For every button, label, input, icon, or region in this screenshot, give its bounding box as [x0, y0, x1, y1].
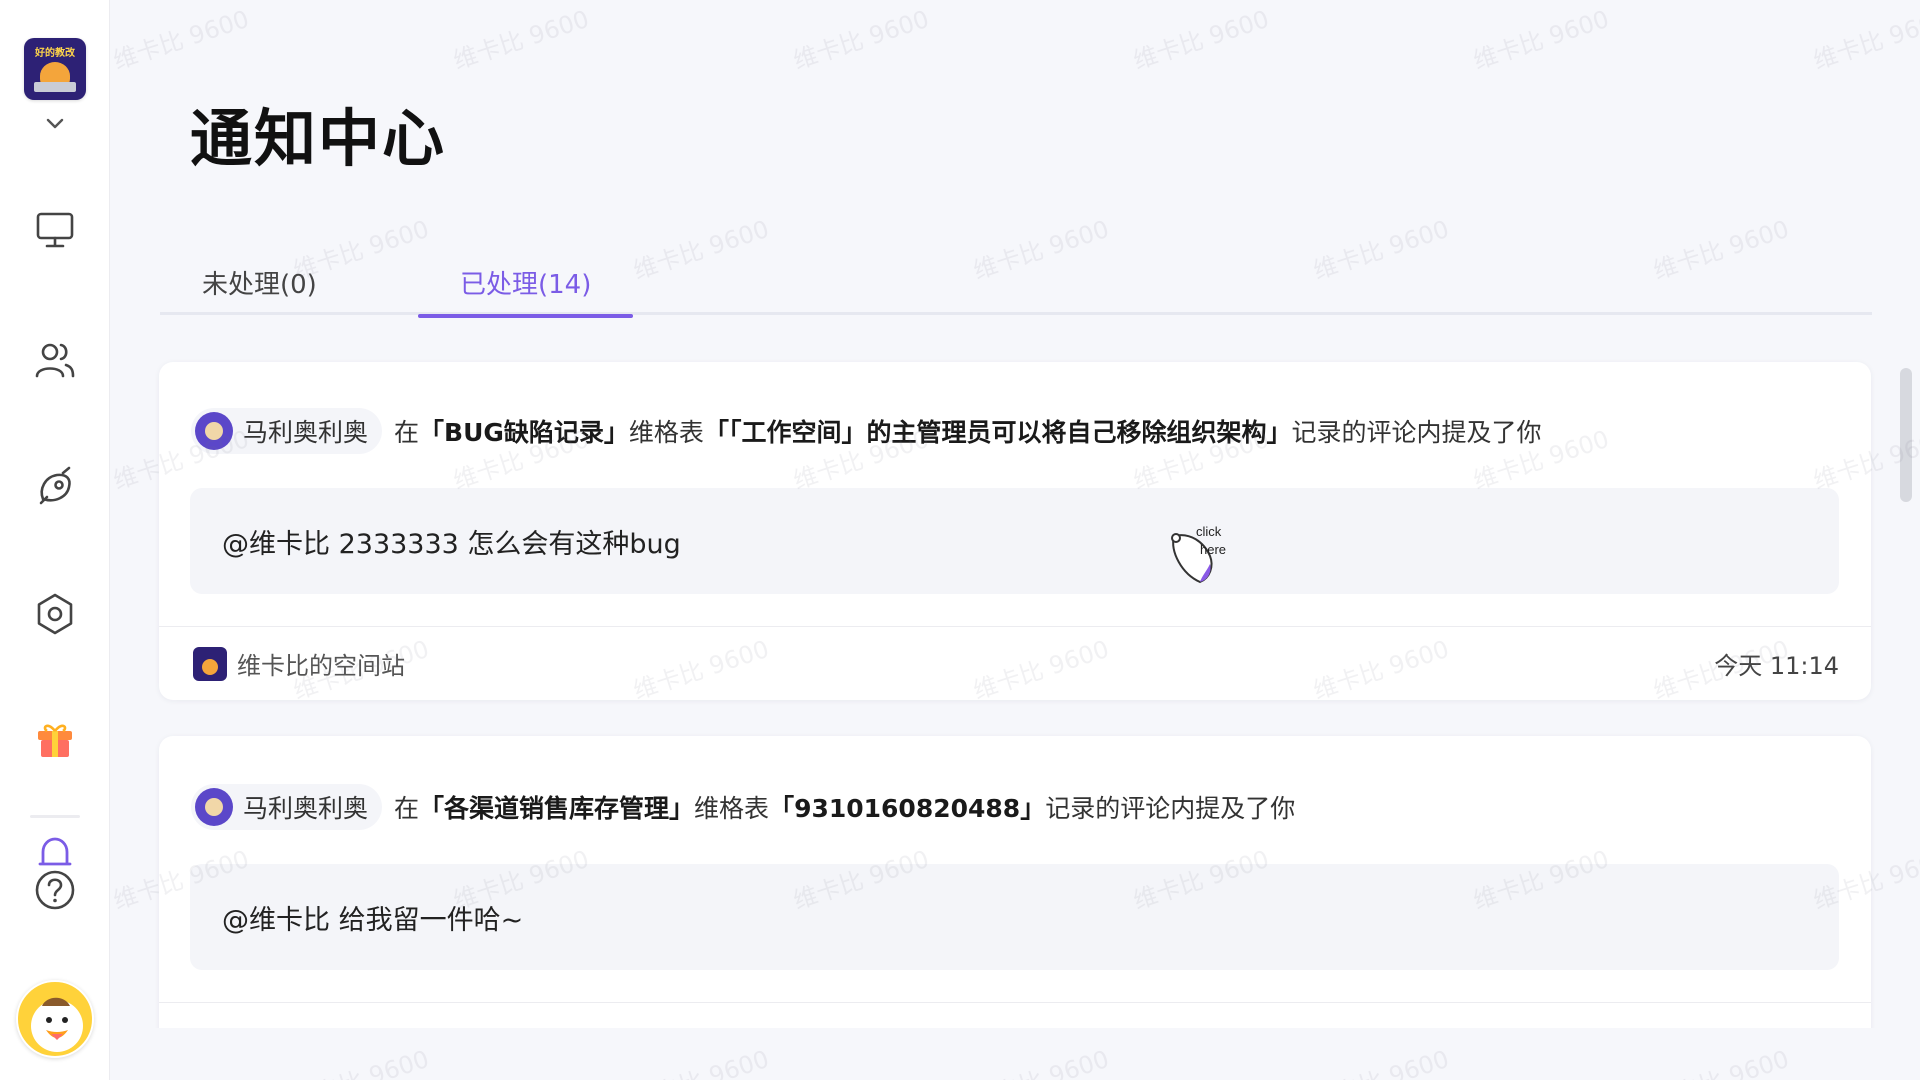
- help-icon[interactable]: [33, 868, 77, 912]
- watermark-text: 维卡比 9600: [1809, 4, 1920, 75]
- space-logo-text: 好的教改: [35, 48, 75, 59]
- rocket-icon[interactable]: [33, 465, 77, 509]
- user-avatar[interactable]: [16, 980, 94, 1058]
- click-text: click: [1196, 524, 1222, 539]
- notification-header: 马利奥利奥 在「各渠道销售库存管理」维格表「9310160820488」记录的评…: [191, 784, 1839, 830]
- tab-processed[interactable]: 已处理(14): [418, 263, 634, 318]
- scrollbar-thumb[interactable]: [1900, 368, 1912, 502]
- user-avatar-small: [195, 412, 233, 450]
- notification-header: 马利奥利奥 在「BUG缺陷记录」维格表「「工作空间」的主管理员可以将自己移除组织…: [191, 408, 1839, 454]
- user-chip[interactable]: 马利奥利奥: [191, 784, 383, 830]
- notification-message: 在「各渠道销售库存管理」维格表「9310160820488」记录的评论内提及了你: [394, 789, 1295, 825]
- comment-box[interactable]: @维卡比 2333333 怎么会有这种bug: [190, 488, 1839, 594]
- user-name: 马利奥利奥: [243, 418, 369, 447]
- notification-message: 在「BUG缺陷记录」维格表「「工作空间」的主管理员可以将自己移除组织架构」记录的…: [394, 413, 1541, 449]
- message-prefix: 在: [394, 794, 420, 823]
- page-title: 通知中心: [190, 102, 447, 175]
- notification-time: 今天 11:14: [1714, 652, 1839, 680]
- space-logo[interactable]: 好的教改: [24, 38, 86, 100]
- notification-footer: 维卡比的空间站 今天 11:14: [159, 626, 1871, 700]
- message-mid: 维格表: [694, 794, 770, 823]
- bottom-fade: [110, 1028, 1920, 1080]
- watermark-text: 维卡比 9600: [449, 4, 593, 75]
- message-prefix: 在: [394, 418, 420, 447]
- datasheet-name[interactable]: 「BUG缺陷记录」: [419, 418, 629, 447]
- left-sidebar: 好的教改: [0, 0, 110, 1080]
- tab-unprocessed[interactable]: 未处理(0): [160, 263, 359, 315]
- chevron-down-icon[interactable]: [44, 112, 66, 134]
- record-name[interactable]: 「9310160820488」: [769, 794, 1045, 823]
- sidebar-divider: [30, 815, 80, 818]
- message-suffix: 记录的评论内提及了你: [1291, 418, 1542, 447]
- monitor-icon[interactable]: [33, 208, 77, 252]
- gift-icon[interactable]: [33, 716, 77, 760]
- record-name[interactable]: 「「工作空间」的主管理员可以将自己移除组织架构」: [704, 418, 1292, 447]
- space-icon: [193, 646, 227, 681]
- notification-card[interactable]: 马利奥利奥 在「各渠道销售库存管理」维格表「9310160820488」记录的评…: [159, 736, 1871, 1048]
- watermark-text: 维卡比 9600: [1129, 4, 1273, 75]
- message-mid: 维格表: [628, 418, 704, 447]
- here-text: here: [1200, 542, 1226, 557]
- space-name: 维卡比的空间站: [237, 652, 405, 680]
- comment-text: @维卡比 2333333 怎么会有这种bug: [222, 528, 681, 560]
- watermark-text: 维卡比 9600: [789, 4, 933, 75]
- user-chip[interactable]: 马利奥利奥: [191, 408, 383, 454]
- watermark-text: 维卡比 9600: [109, 4, 253, 75]
- notification-card[interactable]: 马利奥利奥 在「BUG缺陷记录」维格表「「工作空间」的主管理员可以将自己移除组织…: [159, 362, 1871, 700]
- message-suffix: 记录的评论内提及了你: [1045, 794, 1296, 823]
- user-name: 马利奥利奥: [243, 794, 369, 823]
- watermark-text: 维卡比 9600: [1469, 4, 1613, 75]
- datasheet-name[interactable]: 「各渠道销售库存管理」: [419, 794, 694, 823]
- tab-bar: 未处理(0) 已处理(14): [160, 255, 1872, 318]
- user-avatar-small: [195, 788, 233, 826]
- laptop-icon: [34, 82, 76, 92]
- users-icon[interactable]: [33, 338, 77, 382]
- comment-text: @维卡比 给我留一件哈~: [222, 904, 524, 936]
- click-here-cursor-icon: click here: [1171, 524, 1226, 584]
- comment-box[interactable]: @维卡比 给我留一件哈~: [190, 864, 1839, 970]
- settings-hexagon-icon[interactable]: [33, 592, 77, 636]
